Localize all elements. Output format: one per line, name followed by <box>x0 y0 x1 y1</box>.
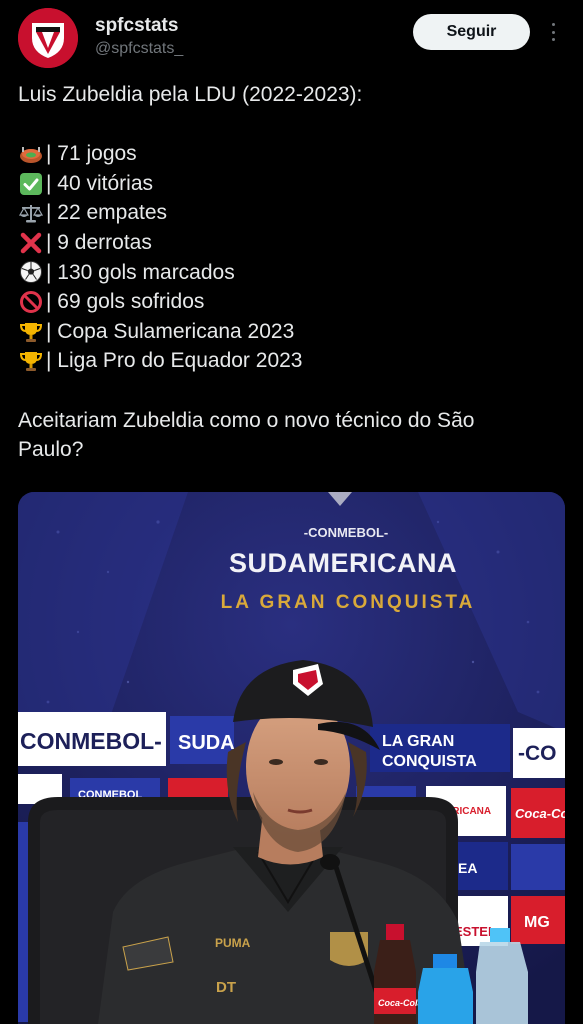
board-suda-label: SUDA <box>178 732 235 754</box>
spfc-crest-icon <box>18 8 78 68</box>
stat-line: | 22 empates <box>18 198 568 228</box>
board-coca-label: Coca-Cola <box>515 806 565 821</box>
board-co-label: -CO <box>518 742 557 765</box>
tweet-question-line-1: Aceitariam Zubeldia como o novo técnico … <box>18 408 475 432</box>
soccer-ball-icon <box>18 260 44 284</box>
stat-line: | 40 vitórias <box>18 169 568 199</box>
tweet-text: Luis Zubeldia pela LDU (2022-2023): | 71… <box>18 80 568 465</box>
author-name[interactable]: spfcstats <box>95 15 178 37</box>
sudamericana-label: SUDAMERICANA <box>229 548 457 578</box>
conmebol-top-label: -CONMEBOL- <box>304 525 389 540</box>
stat-line: | 9 derrotas <box>18 228 568 258</box>
stat-text: | 130 gols marcados <box>46 260 235 284</box>
author-handle[interactable]: @spfcstats_ <box>95 40 183 58</box>
stat-text: | 9 derrotas <box>46 230 152 254</box>
bottle-label: Coca-Cola <box>378 998 423 1008</box>
stat-text: | Liga Pro do Equador 2023 <box>46 349 303 373</box>
trophy-icon <box>18 320 44 344</box>
stat-text: | 71 jogos <box>46 142 137 166</box>
stat-text: | 69 gols sofridos <box>46 290 205 314</box>
board-estel-label: ESTEL <box>454 924 496 939</box>
tweet-question-line-2: Paulo? <box>18 438 84 462</box>
tweet-header: spfcstats @spfcstats_ Seguir <box>0 0 583 80</box>
tweet-media-photo[interactable]: -CONMEBOL- SUDAMERICANA LA GRAN CONQUIST… <box>18 492 565 1024</box>
shirt-initials: DT <box>216 979 236 996</box>
stat-text: | 22 empates <box>46 201 168 225</box>
tweet-intro: Luis Zubeldia pela LDU (2022-2023): <box>18 83 363 106</box>
cross-mark-icon <box>18 231 44 255</box>
shirt-brand: PUMA <box>215 936 251 950</box>
stat-text: | Copa Sulamericana 2023 <box>46 319 295 343</box>
board-ea-label: EA <box>458 860 477 876</box>
board-la-gran-label: LA GRAN <box>382 733 454 750</box>
stat-line: | Liga Pro do Equador 2023 <box>18 346 568 376</box>
more-options-icon[interactable] <box>545 20 561 44</box>
board-conquista-label: CONQUISTA <box>382 753 477 770</box>
board-mg-label: MG <box>524 914 550 931</box>
check-mark-icon <box>18 172 44 196</box>
stat-line: | Copa Sulamericana 2023 <box>18 317 568 347</box>
avatar[interactable] <box>18 8 78 68</box>
stat-text: | 40 vitórias <box>46 171 153 195</box>
stat-line: | 71 jogos <box>18 139 568 169</box>
prohibited-icon <box>18 290 44 314</box>
stat-line: | 130 gols marcados <box>18 258 568 288</box>
stat-line: | 69 gols sofridos <box>18 287 568 317</box>
board-conmebol-label: CONMEBOL- <box>20 728 162 754</box>
trophy-icon <box>18 349 44 373</box>
stadium-icon <box>18 142 44 166</box>
follow-button[interactable]: Seguir <box>413 14 530 50</box>
scales-icon <box>18 201 44 225</box>
la-gran-conquista-label: LA GRAN CONQUISTA <box>221 592 476 613</box>
